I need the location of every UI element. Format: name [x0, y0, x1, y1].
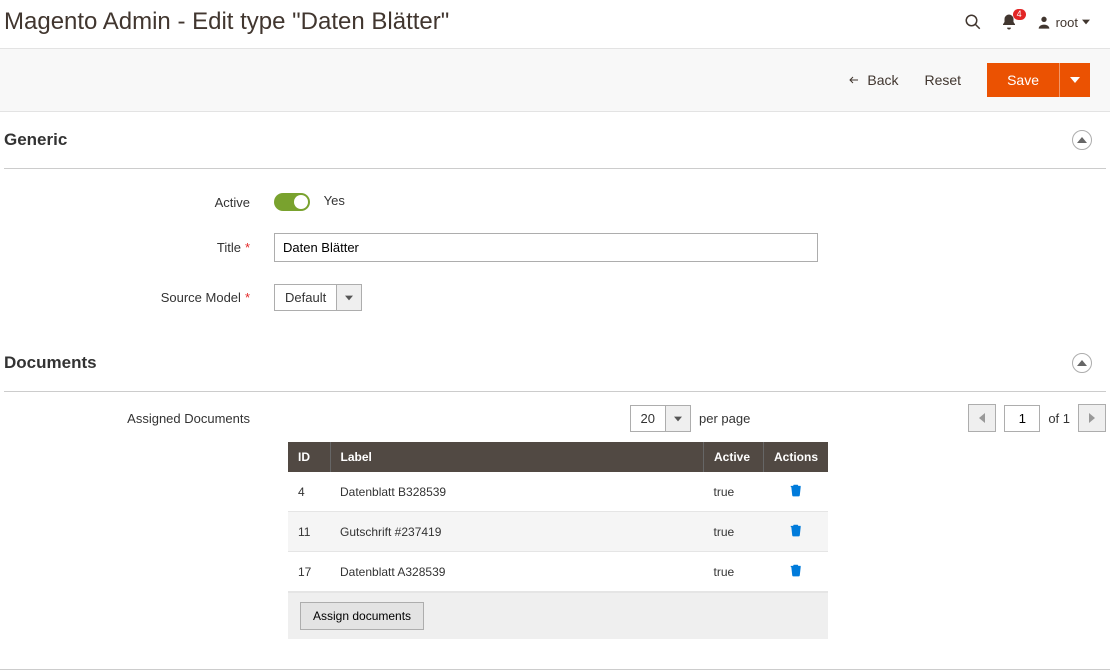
col-actions[interactable]: Actions — [763, 442, 828, 472]
per-page-select[interactable]: 20 — [630, 405, 691, 432]
cell-active: true — [703, 512, 763, 552]
page-title: Magento Admin - Edit type "Daten Blätter… — [4, 8, 449, 36]
active-toggle[interactable] — [274, 193, 310, 211]
back-button[interactable]: Back — [847, 72, 898, 88]
chevron-up-icon — [1077, 135, 1087, 145]
reset-button[interactable]: Reset — [925, 72, 962, 88]
notifications-icon[interactable]: 4 — [1000, 13, 1018, 31]
title-input[interactable] — [274, 233, 818, 262]
title-label: Title — [217, 240, 241, 255]
cell-active: true — [703, 472, 763, 512]
chevron-down-icon — [1070, 76, 1080, 84]
cell-id: 17 — [288, 552, 330, 592]
table-row[interactable]: 4Datenblatt B328539true — [288, 472, 828, 512]
collapse-documents[interactable] — [1072, 353, 1092, 373]
cell-active: true — [703, 552, 763, 592]
documents-section-title: Documents — [4, 353, 97, 373]
chevron-down-icon — [665, 406, 690, 431]
source-model-select[interactable]: Default — [274, 284, 362, 311]
save-button[interactable]: Save — [987, 63, 1059, 97]
chevron-down-icon — [1082, 18, 1090, 26]
source-model-label: Source Model — [161, 290, 241, 305]
per-page-value: 20 — [631, 406, 665, 431]
chevron-down-icon — [336, 285, 361, 310]
chevron-right-icon — [1088, 413, 1096, 423]
per-page-label: per page — [699, 411, 750, 426]
required-icon: * — [245, 240, 250, 255]
cell-id: 4 — [288, 472, 330, 512]
cell-label: Gutschrift #237419 — [330, 512, 703, 552]
active-value: Yes — [324, 193, 345, 208]
next-page-button[interactable] — [1078, 404, 1106, 432]
col-active[interactable]: Active — [703, 442, 763, 472]
arrow-left-icon — [847, 74, 861, 86]
chevron-left-icon — [978, 413, 986, 423]
col-id[interactable]: ID — [288, 442, 330, 472]
active-label: Active — [4, 195, 274, 210]
source-model-value: Default — [275, 285, 336, 310]
prev-page-button[interactable] — [968, 404, 996, 432]
notification-badge: 4 — [1013, 9, 1026, 20]
collapse-generic[interactable] — [1072, 130, 1092, 150]
generic-section-title: Generic — [4, 130, 67, 150]
page-total: of 1 — [1048, 411, 1070, 426]
cell-label: Datenblatt A328539 — [330, 552, 703, 592]
table-row[interactable]: 17Datenblatt A328539true — [288, 552, 828, 592]
chevron-up-icon — [1077, 358, 1087, 368]
table-row[interactable]: 11Gutschrift #237419true — [288, 512, 828, 552]
cell-id: 11 — [288, 512, 330, 552]
search-icon[interactable] — [964, 13, 982, 31]
save-dropdown[interactable] — [1059, 63, 1090, 97]
col-label[interactable]: Label — [330, 442, 703, 472]
user-name: root — [1056, 15, 1078, 30]
page-input[interactable] — [1004, 405, 1040, 432]
assign-documents-button[interactable]: Assign documents — [300, 602, 424, 630]
delete-icon[interactable] — [789, 527, 803, 541]
required-icon: * — [245, 290, 250, 305]
cell-label: Datenblatt B328539 — [330, 472, 703, 512]
delete-icon[interactable] — [789, 487, 803, 501]
documents-table: ID Label Active Actions 4Datenblatt B328… — [288, 442, 828, 592]
assigned-documents-label: Assigned Documents — [4, 411, 274, 426]
user-menu[interactable]: root — [1036, 14, 1090, 30]
